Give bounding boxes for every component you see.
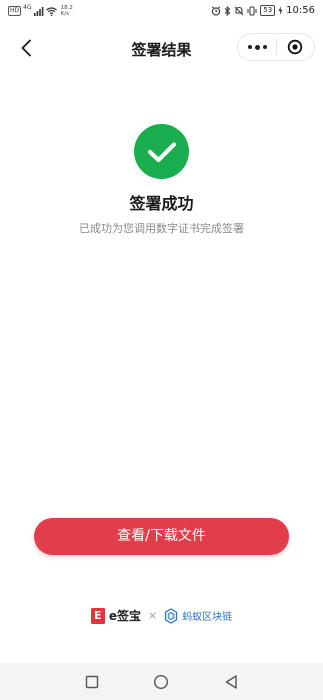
ant-blockchain-logo-icon [164, 607, 178, 624]
check-icon [147, 141, 176, 162]
square-icon [85, 675, 99, 689]
status-bar: HD 4G 18.2 K/s 53 10:56 [0, 0, 323, 24]
view-download-file-button[interactable]: 查看/下载文件 [34, 518, 289, 555]
status-bar-left: HD 4G 18.2 K/s [8, 5, 73, 17]
mute-icon [234, 6, 244, 15]
miniprogram-capsule [237, 33, 315, 61]
status-bar-right: 53 10:56 [211, 5, 315, 16]
nav-bar: 签署结果 [0, 28, 323, 68]
status-time: 10:56 [286, 5, 315, 16]
system-navigation-bar [0, 663, 323, 700]
success-badge [134, 124, 189, 179]
vibrate-icon [247, 6, 257, 15]
back-button[interactable] [14, 36, 38, 60]
chevron-left-icon [21, 39, 31, 57]
esign-logo: E [90, 607, 105, 624]
triangle-back-icon [225, 675, 237, 689]
network-speed: 18.2 K/s [61, 5, 73, 17]
signal-icon [33, 6, 44, 16]
system-back-button[interactable] [221, 672, 241, 692]
hd-badge: HD [8, 6, 22, 16]
alarm-icon [211, 5, 221, 16]
bluetooth-icon [224, 5, 231, 16]
esign-brand-name: e签宝 [108, 609, 141, 623]
close-miniprogram-button[interactable] [277, 34, 314, 60]
result-description: 已成功为您调用数字证书完成签署 [79, 222, 244, 235]
speed-unit: K/s [60, 11, 69, 17]
more-button[interactable] [238, 34, 276, 60]
home-button[interactable] [151, 672, 171, 692]
recent-apps-button[interactable] [82, 672, 102, 692]
battery-level: 53 [260, 5, 276, 16]
circle-icon [153, 674, 169, 690]
more-dots-icon [247, 44, 267, 50]
charging-icon [278, 6, 283, 15]
ant-blockchain-name: 蚂蚁区块链 [182, 612, 233, 623]
partnership-cross: × [147, 609, 158, 622]
wifi-icon [45, 6, 57, 16]
result-title: 签署成功 [129, 194, 194, 213]
brand-footer: E e签宝 × 蚂蚁区块链 [0, 607, 323, 624]
network-type: 4G [23, 4, 32, 11]
target-close-icon [288, 39, 303, 55]
